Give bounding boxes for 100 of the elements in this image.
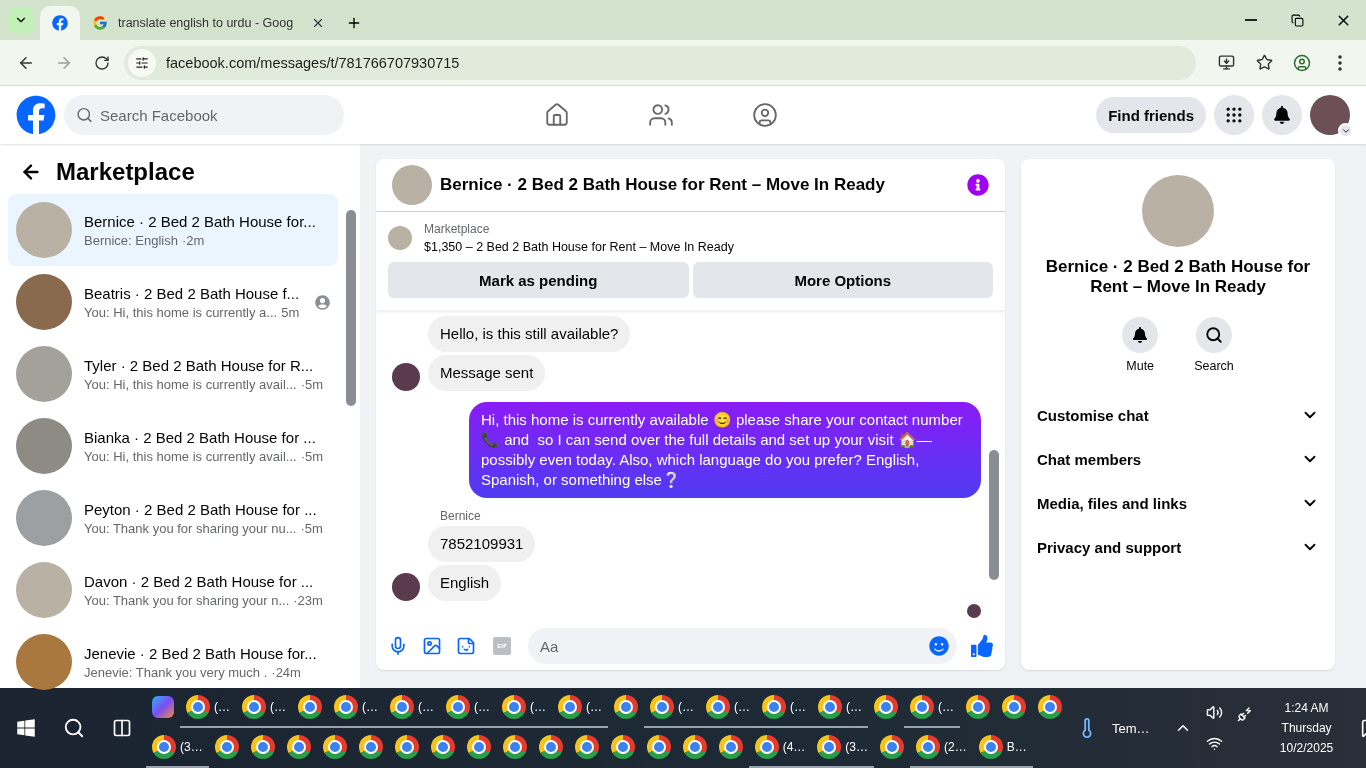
conversation-time: ·5m (300, 376, 324, 392)
browser-icon (978, 735, 1003, 759)
browser-icon (646, 735, 671, 759)
conversation-item[interactable]: Davon · 2 Bed 2 Bath House for ... You: Thank you for sharing your n... ·23m (8, 554, 338, 626)
taskbar-button[interactable]: (… (700, 688, 756, 728)
conversation-item[interactable]: Bernice · 2 Bed 2 Bath House for... Bernice: English ·2m (8, 194, 338, 266)
details-title: Bernice · 2 Bed 2 Bath House for Rent – Move In Ready (1044, 257, 1312, 297)
browser-icon (152, 735, 176, 759)
info-icon[interactable] (967, 174, 989, 197)
scrollbar[interactable] (346, 210, 356, 406)
taskbar-button[interactable]: (3… (146, 728, 209, 768)
facebook-logo-icon (52, 15, 68, 31)
home-icon[interactable] (544, 102, 570, 128)
task-view-icon (112, 718, 132, 738)
weather-text[interactable]: Tem… (1112, 720, 1150, 736)
section-header[interactable]: Customise chat (1029, 393, 1327, 437)
site-settings-button[interactable] (128, 48, 156, 77)
photo-placeholder (16, 562, 72, 618)
conversation-title: Beatris · 2 Bed 2 Bath House f... (84, 284, 301, 302)
plug-icon[interactable] (1236, 706, 1253, 722)
taskbar-button[interactable]: (… (552, 688, 608, 728)
browser-icon (1038, 695, 1062, 719)
taskbar-button[interactable]: (… (440, 688, 496, 728)
conversation-item[interactable]: Bianka · 2 Bed 2 Bath House for ... You: Hi, this home is currently avail... ·5m (8, 410, 338, 482)
restore-icon (1290, 13, 1304, 27)
conversation-title: Jenevie · 2 Bed 2 Bath House for... (84, 644, 318, 662)
browser-icon (558, 695, 582, 719)
browser-icon (502, 735, 527, 759)
profile-icon (1293, 53, 1311, 72)
image-icon[interactable] (422, 636, 442, 657)
taskbar-button[interactable]: (… (496, 688, 552, 728)
chat-title: Bernice · 2 Bed 2 Bath House for Rent – Move In Ready (440, 175, 886, 196)
menu-icon (1338, 54, 1342, 71)
taskbar-button[interactable]: (2… (910, 728, 973, 768)
browser-tab[interactable]: translate english to urdu - Goog (80, 6, 338, 40)
taskbar-button[interactable]: (… (644, 688, 700, 728)
clock[interactable]: 1:24 AM Thursday 10/2/2025 (1266, 701, 1347, 755)
taskbar-button[interactable]: (… (328, 688, 384, 728)
taskbar-button[interactable]: (… (756, 688, 812, 728)
browser-tab[interactable] (40, 6, 80, 40)
listing-text: $1,350 – 2 Bed 2 Bath House for Rent – Move In Ready (424, 240, 734, 255)
day-text: Thursday (1281, 721, 1332, 735)
message-bubble: Hello, is this still available? (428, 316, 631, 353)
conversation-time: 5m (281, 304, 300, 320)
facebook-logo-icon[interactable] (16, 95, 56, 135)
section-header[interactable]: Chat members (1029, 437, 1327, 481)
conversation-time: ·24m (271, 664, 301, 680)
address-bar[interactable]: facebook.com/messages/t/781766707930715 (124, 45, 1196, 80)
message-field[interactable]: Aa (528, 628, 957, 665)
section-header[interactable]: Media, files and links (1029, 481, 1327, 525)
browser-icon (762, 695, 786, 719)
scrollbar[interactable] (989, 450, 999, 581)
taskbar-button[interactable]: (… (236, 688, 292, 728)
profile-avatar[interactable] (1310, 95, 1350, 135)
thumbs-up-icon[interactable] (971, 635, 993, 658)
browser-icon (214, 735, 239, 759)
emoji-icon[interactable] (929, 636, 949, 657)
browser-icon (334, 695, 358, 719)
browser-icon (874, 695, 898, 719)
message-bubble: Message sent (428, 355, 546, 392)
find-friends-button[interactable]: Find friends (1096, 97, 1206, 133)
search-field[interactable]: Search Facebook (64, 95, 344, 135)
conversation-item[interactable]: Tyler · 2 Bed 2 Bath House for R... You: Hi, this home is currently avail... ·5m (8, 338, 338, 410)
photo-placeholder (16, 490, 72, 546)
photo-placeholder (16, 418, 72, 474)
sticker-icon[interactable] (456, 636, 476, 657)
conversation-preview: You: Hi, this home is currently a... (84, 304, 278, 320)
speaker-icon[interactable] (1205, 704, 1223, 721)
tab-list-button[interactable] (8, 7, 34, 33)
conversation-preview: You: Thank you for sharing your n... (84, 592, 290, 608)
conversation-item[interactable]: Beatris · 2 Bed 2 Bath House f... You: Hi, this home is currently a... 5m (8, 266, 338, 338)
conversation-item[interactable]: Peyton · 2 Bed 2 Bath House for ... You: Thank you for sharing your nu... ·5m (8, 482, 338, 554)
taskbar-button[interactable]: B… (972, 728, 1033, 768)
taskbar-button[interactable]: (… (384, 688, 440, 728)
microphone-icon[interactable] (388, 636, 408, 657)
google-logo-icon (92, 15, 108, 31)
wifi-icon[interactable] (1205, 735, 1223, 752)
taskbar-button[interactable]: (3… (811, 728, 874, 768)
action-button[interactable]: Mark as pending (388, 262, 689, 299)
taskbar-button[interactable]: (4… (748, 728, 812, 768)
conversation-title: Bianka · 2 Bed 2 Bath House for ... (84, 428, 317, 446)
browser-icon (817, 735, 842, 759)
photo-placeholder (392, 165, 432, 206)
bell-icon (1273, 106, 1291, 124)
browser-icon (538, 735, 563, 759)
action-button[interactable]: More Options (692, 262, 993, 299)
conversation-preview: Bernice: English (84, 232, 178, 248)
menu-button[interactable] (1214, 95, 1254, 135)
taskbar-button[interactable]: (… (812, 688, 868, 728)
browser-icon (298, 695, 322, 719)
browser-icon (682, 735, 707, 759)
people-icon[interactable] (648, 102, 674, 128)
section-header[interactable]: Privacy and support (1029, 525, 1327, 569)
notifications-button[interactable] (1262, 95, 1302, 135)
conversation-title: Davon · 2 Bed 2 Bath House for ... (84, 572, 315, 590)
browser-icon (718, 735, 743, 759)
monitor-download-icon (1217, 54, 1235, 71)
taskbar-button[interactable]: (… (904, 688, 960, 728)
group-icon[interactable] (752, 102, 778, 128)
taskbar-button[interactable]: (… (180, 688, 236, 728)
